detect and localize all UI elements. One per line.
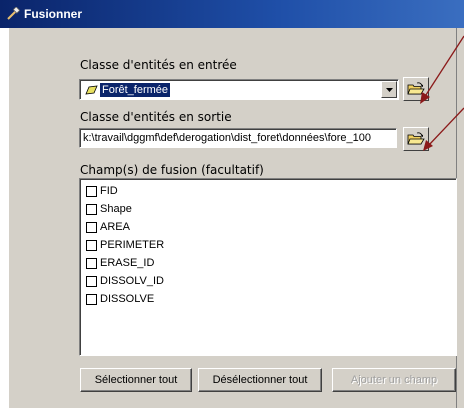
list-item-label: Shape [100,203,132,215]
chevron-down-icon [385,87,393,92]
fields-label: Champ(s) de fusion (facultatif) [80,163,264,177]
list-item-label: AREA [100,221,130,233]
checkbox[interactable] [86,257,97,269]
add-field-button[interactable]: Ajouter un champ [332,368,456,392]
dialog-window: Fusionner Classe d'entités en entrée For… [0,0,464,408]
open-folder-icon [407,82,425,96]
right-frame [456,28,464,408]
title-bar[interactable]: Fusionner [0,0,464,28]
checkbox[interactable] [86,275,97,287]
input-browse-button[interactable] [403,77,429,101]
select-all-button[interactable]: Sélectionner tout [80,368,192,392]
list-item-perimeter[interactable]: PERIMETER [86,237,164,253]
input-combobox[interactable]: Forêt_fermée [79,79,399,100]
list-item-label: ERASE_ID [100,257,155,269]
fields-listbox[interactable]: FID Shape AREA PERIMETER ERASE_ID DISSOL… [79,178,457,356]
list-item-label: PERIMETER [100,239,165,251]
list-item-area[interactable]: AREA [86,219,130,235]
output-browse-button[interactable] [403,127,429,151]
checkbox[interactable] [86,239,97,251]
checkbox[interactable] [86,203,97,215]
output-label: Classe d'entités en sortie [80,110,232,124]
input-selected-text: Forêt_fermée [100,83,171,97]
list-item-erase-id[interactable]: ERASE_ID [86,255,154,271]
list-item-label: DISSOLVE [100,293,155,305]
hammer-icon [2,3,24,25]
list-item-dissolve[interactable]: DISSOLVE [86,291,154,307]
checkbox[interactable] [86,293,97,305]
list-item-dissolv-id[interactable]: DISSOLV_ID [86,273,164,289]
list-item-label: FID [100,185,118,197]
list-item-fid[interactable]: FID [86,183,118,199]
input-dropdown-button[interactable] [381,81,397,98]
polygon-layer-icon [84,85,98,95]
window-title: Fusionner [24,7,83,21]
input-value: Forêt_fermée [84,83,171,97]
deselect-all-button[interactable]: Désélectionner tout [198,368,322,392]
list-item-label: DISSOLV_ID [100,275,164,287]
checkbox[interactable] [86,185,97,197]
output-path-field[interactable]: k:\travail\dggmf\def\derogation\dist_for… [79,128,397,148]
input-label: Classe d'entités en entrée [80,58,237,72]
checkbox[interactable] [86,221,97,233]
list-item-shape[interactable]: Shape [86,201,132,217]
open-folder-icon [407,132,425,146]
